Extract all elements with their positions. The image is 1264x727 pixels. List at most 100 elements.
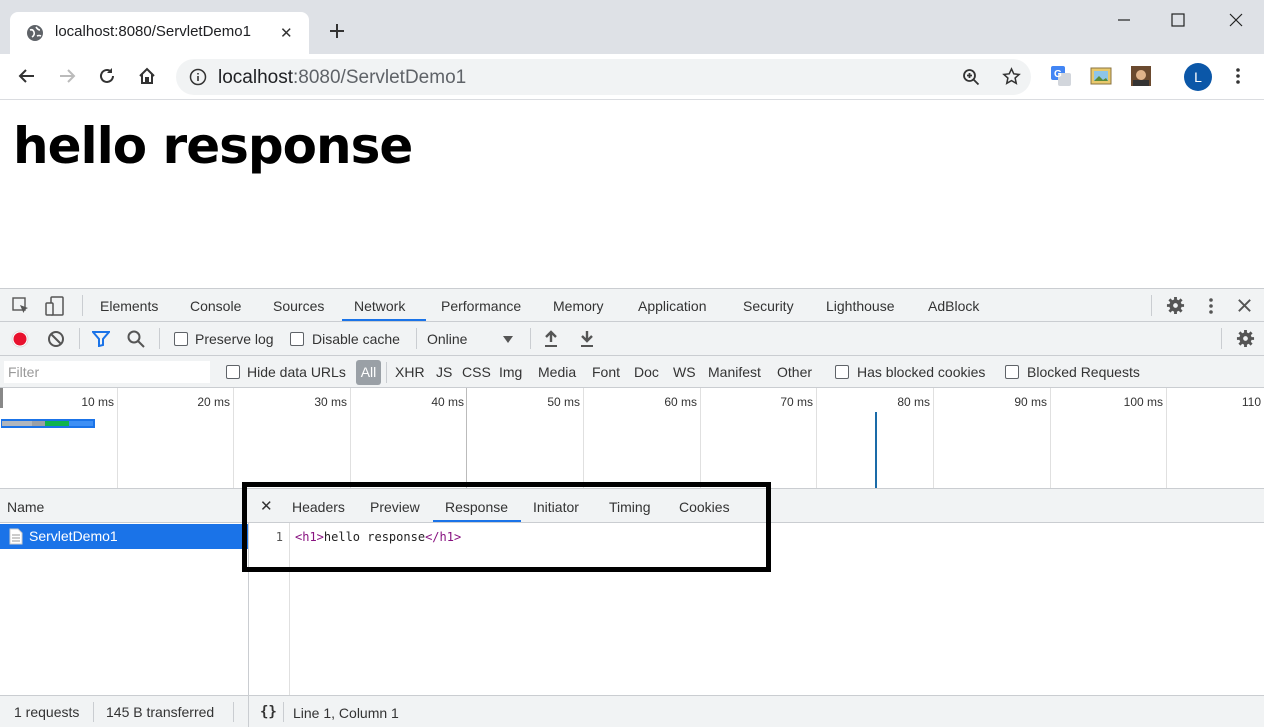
throttling-select[interactable]: Online	[427, 329, 519, 351]
name-header-label: Name	[7, 499, 45, 515]
hide-data-urls-label: Hide data URLs	[247, 364, 346, 380]
gridline	[350, 388, 351, 488]
device-toolbar-icon[interactable]	[45, 296, 65, 316]
gridline	[1050, 388, 1051, 488]
filter-ws[interactable]: WS	[673, 364, 696, 380]
filter-font[interactable]: Font	[592, 364, 620, 380]
gridline	[1166, 388, 1167, 488]
url-text: localhost:8080/ServletDemo1	[218, 67, 466, 89]
highlight-box	[242, 482, 771, 572]
avatar-extension-icon[interactable]	[1130, 65, 1152, 87]
tab-lighthouse[interactable]: Lighthouse	[826, 298, 895, 314]
tab-application[interactable]: Application	[638, 298, 707, 314]
gridline	[466, 388, 467, 488]
filter-all-button[interactable]: All	[356, 360, 381, 385]
tab-network[interactable]: Network	[354, 298, 405, 314]
close-devtools-icon[interactable]	[1236, 297, 1253, 314]
tab-adblock[interactable]: AdBlock	[928, 298, 979, 314]
import-har-icon[interactable]	[543, 330, 559, 348]
more-options-icon[interactable]	[1201, 296, 1221, 316]
filter-input[interactable]	[4, 361, 210, 383]
record-icon[interactable]	[11, 330, 29, 348]
tab-close-icon[interactable]: ✕	[280, 24, 293, 42]
chevron-down-icon	[503, 336, 513, 343]
tick-label: 20 ms	[197, 395, 230, 409]
divider	[159, 328, 160, 349]
search-icon[interactable]	[127, 330, 145, 348]
inspect-element-icon[interactable]	[12, 297, 30, 315]
disable-cache-checkbox[interactable]	[290, 332, 304, 346]
filter-funnel-icon[interactable]	[92, 331, 110, 347]
export-har-icon[interactable]	[579, 330, 595, 348]
browser-toolbar: localhost:8080/ServletDemo1 G L	[0, 54, 1264, 100]
reload-icon[interactable]	[97, 66, 117, 86]
gridline	[700, 388, 701, 488]
filter-other[interactable]: Other	[777, 364, 812, 380]
divider	[1221, 328, 1222, 349]
browser-tab[interactable]: localhost:8080/ServletDemo1 ✕	[10, 12, 309, 54]
request-row[interactable]: ServletDemo1	[0, 524, 248, 549]
editor-status-bar: {} Line 1, Column 1	[249, 695, 1264, 727]
tab-title: localhost:8080/ServletDemo1	[55, 23, 251, 40]
divider	[386, 362, 387, 383]
tab-elements[interactable]: Elements	[100, 298, 158, 314]
network-overview[interactable]: 10 ms 20 ms 30 ms 40 ms 50 ms 60 ms 70 m…	[0, 388, 1264, 489]
page-heading: hello response	[13, 117, 413, 175]
filter-xhr[interactable]: XHR	[395, 364, 425, 380]
new-tab-icon[interactable]	[327, 21, 347, 41]
overview-handle[interactable]	[0, 388, 3, 408]
blocked-requests-checkbox[interactable]	[1005, 365, 1019, 379]
filter-img[interactable]: Img	[499, 364, 522, 380]
divider	[93, 702, 94, 722]
tab-memory[interactable]: Memory	[553, 298, 604, 314]
preserve-log-checkbox[interactable]	[174, 332, 188, 346]
disable-cache-label: Disable cache	[312, 331, 400, 347]
network-settings-gear-icon[interactable]	[1236, 329, 1255, 348]
filter-js[interactable]: JS	[436, 364, 452, 380]
filter-manifest[interactable]: Manifest	[708, 364, 761, 380]
address-bar[interactable]: localhost:8080/ServletDemo1	[176, 59, 1031, 95]
maximize-icon[interactable]	[1168, 10, 1188, 30]
tick-label: 110	[1241, 395, 1261, 409]
filter-bar: Hide data URLs All XHR JS CSS Img Media …	[0, 356, 1264, 388]
divider	[283, 702, 284, 722]
image-extension-icon[interactable]	[1090, 66, 1112, 86]
tab-performance[interactable]: Performance	[441, 298, 521, 314]
divider	[79, 328, 80, 349]
settings-gear-icon[interactable]	[1166, 296, 1185, 315]
document-icon	[9, 528, 23, 545]
blocked-requests-label: Blocked Requests	[1027, 364, 1140, 380]
minimize-icon[interactable]	[1114, 10, 1134, 30]
tick-label: 80 ms	[897, 395, 930, 409]
filter-css[interactable]: CSS	[462, 364, 491, 380]
tab-sources[interactable]: Sources	[273, 298, 324, 314]
clear-icon[interactable]	[47, 330, 65, 348]
filter-doc[interactable]: Doc	[634, 364, 659, 380]
divider	[82, 295, 83, 316]
tab-security[interactable]: Security	[743, 298, 794, 314]
pretty-print-button[interactable]: {}	[260, 704, 277, 720]
hide-data-urls-checkbox[interactable]	[226, 365, 240, 379]
translate-extension-icon[interactable]: G	[1050, 65, 1072, 87]
home-icon[interactable]	[137, 66, 157, 86]
active-tab-indicator	[342, 319, 426, 321]
tick-label: 70 ms	[780, 395, 813, 409]
close-window-icon[interactable]	[1226, 10, 1246, 30]
profile-avatar[interactable]: L	[1184, 63, 1212, 91]
back-icon[interactable]	[17, 66, 37, 86]
request-name: ServletDemo1	[29, 528, 118, 544]
name-column-header[interactable]: Name	[0, 489, 249, 523]
forward-icon[interactable]	[57, 66, 77, 86]
tab-console[interactable]: Console	[190, 298, 241, 314]
network-toolbar: Preserve log Disable cache Online	[0, 322, 1264, 356]
divider	[530, 328, 531, 349]
menu-dots-icon[interactable]	[1228, 66, 1248, 86]
globe-icon	[26, 24, 44, 42]
has-blocked-cookies-checkbox[interactable]	[835, 365, 849, 379]
svg-text:G: G	[1054, 69, 1062, 80]
tick-label: 90 ms	[1014, 395, 1047, 409]
bookmark-star-icon[interactable]	[1002, 67, 1021, 86]
filter-media[interactable]: Media	[538, 364, 576, 380]
zoom-icon[interactable]	[962, 68, 980, 86]
info-icon[interactable]	[189, 68, 207, 86]
